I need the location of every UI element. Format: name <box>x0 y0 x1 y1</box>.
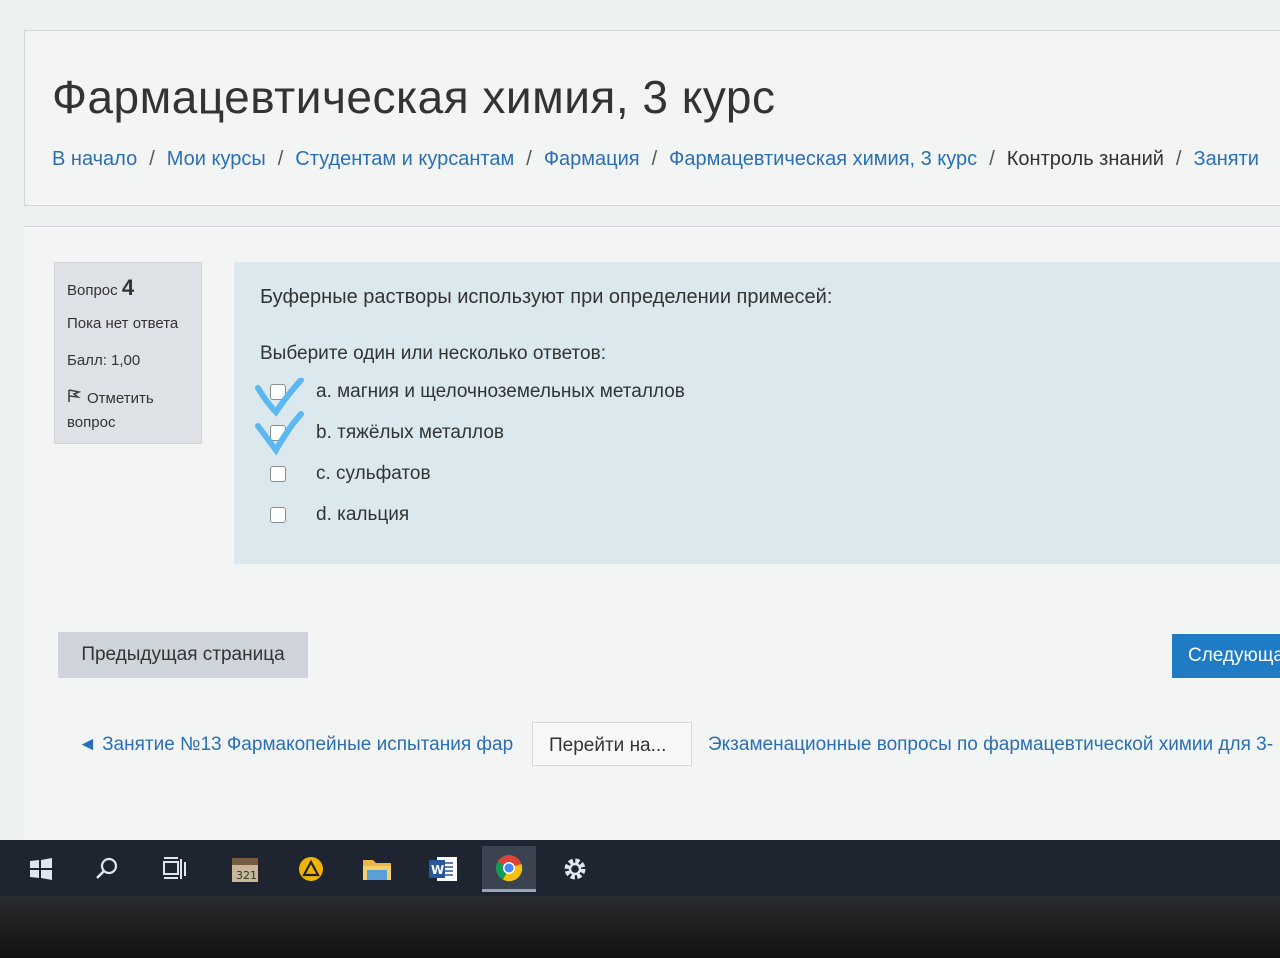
task-view-icon[interactable] <box>148 846 202 892</box>
breadcrumb-separator: / <box>651 148 658 170</box>
answer-option[interactable]: d. кальция <box>260 494 1254 535</box>
question-box: Буферные растворы используют при определ… <box>234 262 1280 564</box>
flag-question-link[interactable]: Отметить вопрос <box>67 387 189 435</box>
answer-label: c. сульфатов <box>316 462 431 484</box>
chrome-icon[interactable] <box>482 846 536 892</box>
breadcrumb-item[interactable]: Мои курсы <box>167 148 266 170</box>
flag-icon <box>67 387 82 411</box>
windows-start-icon[interactable] <box>14 846 68 892</box>
breadcrumb-separator: / <box>1175 148 1182 170</box>
breadcrumb-item[interactable]: В начало <box>52 148 137 170</box>
answer-list: a. магния и щелочноземельных металлов b. … <box>260 371 1254 535</box>
answer-label: a. магния и щелочноземельных металлов <box>316 380 685 402</box>
answer-label: d. кальция <box>316 503 410 525</box>
jump-to-select[interactable]: Перейти на... <box>532 722 692 766</box>
question-info: Вопрос 4 Пока нет ответа Балл: 1,00 Отме… <box>54 262 202 444</box>
breadcrumb-item[interactable]: Фармацевтическая химия, 3 курс <box>669 148 977 170</box>
settings-gear-icon[interactable] <box>548 846 602 892</box>
question-state: Пока нет ответа <box>67 315 179 332</box>
next-activity-link[interactable]: Экзаменационные вопросы по фармацевтичес… <box>708 734 1280 756</box>
taskbar: 321 W <box>0 840 1280 896</box>
breadcrumb: В начало / Мои курсы / Студентам и курсантам… <box>52 148 1280 171</box>
page-title: Фармацевтическая химия, 3 курс <box>52 71 776 123</box>
breadcrumb-item[interactable]: Контроль знаний <box>1007 148 1164 170</box>
answer-checkbox[interactable] <box>270 506 286 523</box>
breadcrumb-item[interactable]: Фармация <box>544 148 640 170</box>
question-number: Вопрос 4 <box>67 275 189 301</box>
word-icon[interactable]: W <box>416 846 470 892</box>
breadcrumb-separator: / <box>526 148 532 170</box>
breadcrumb-separator: / <box>989 148 995 170</box>
question-label: Вопрос <box>67 282 118 299</box>
answer-label: b. тяжёлых металлов <box>316 421 505 443</box>
question-grade: Балл: 1,00 <box>67 352 141 369</box>
question-number-value: 4 <box>121 275 135 300</box>
breadcrumb-item[interactable]: Заняти <box>1193 148 1258 170</box>
answer-checkbox[interactable] <box>270 465 286 482</box>
previous-activity-link[interactable]: ◄ Занятие №13 Фармакопейные испытания фа… <box>78 734 532 756</box>
search-icon[interactable] <box>80 846 134 892</box>
answer-checkbox[interactable] <box>270 383 286 400</box>
question-text: Буферные растворы используют при определ… <box>260 286 833 308</box>
previous-page-button[interactable]: Предыдущая страница <box>58 632 308 678</box>
answer-option[interactable]: a. магния и щелочноземельных металлов <box>260 371 1254 412</box>
file-explorer-icon[interactable] <box>350 846 404 892</box>
activity-navigation: ◄ Занятие №13 Фармакопейные испытания фа… <box>78 722 1280 766</box>
breadcrumb-item[interactable]: Студентам и курсантам <box>295 148 514 170</box>
monitor-bezel <box>0 896 1280 958</box>
answer-option[interactable]: c. сульфатов <box>260 453 1254 494</box>
calendar-app-icon[interactable]: 321 <box>218 846 272 892</box>
answer-option[interactable]: b. тяжёлых металлов <box>260 412 1254 453</box>
next-page-button[interactable]: Следующа <box>1172 634 1280 678</box>
answer-prompt: Выберите один или несколько ответов: <box>260 343 606 364</box>
breadcrumb-separator: / <box>149 148 155 170</box>
svg-text:W: W <box>431 863 444 877</box>
answer-checkbox[interactable] <box>270 424 286 441</box>
breadcrumb-separator: / <box>277 148 284 170</box>
warning-app-icon[interactable] <box>284 846 338 892</box>
svg-text:321: 321 <box>236 869 257 882</box>
